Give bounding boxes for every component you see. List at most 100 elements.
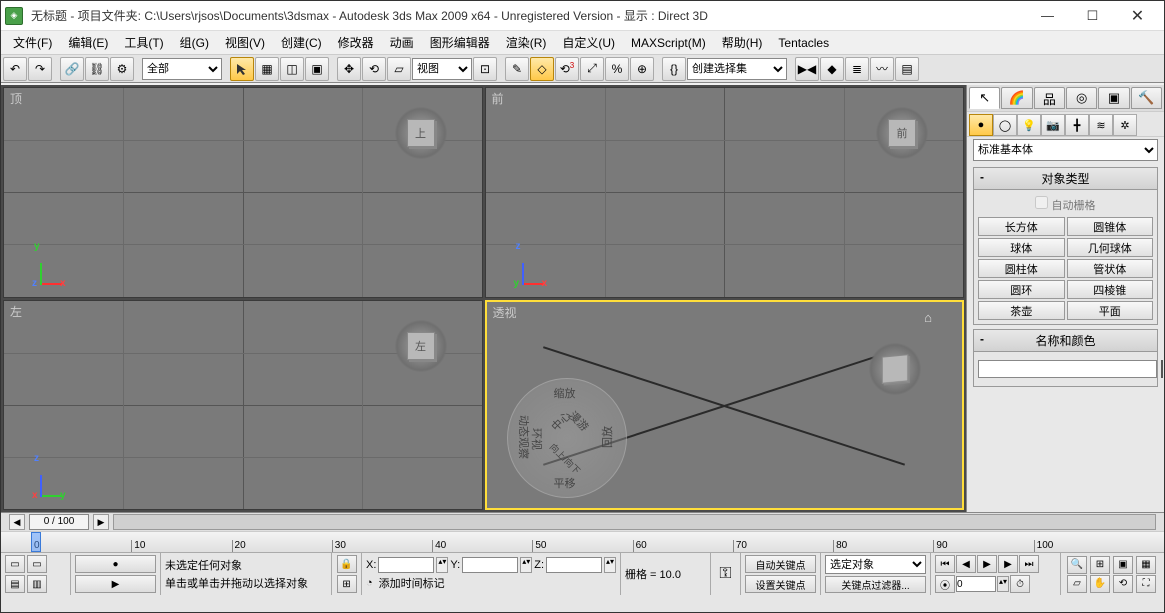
selection-filter-dropdown[interactable]: 全部 (142, 58, 222, 80)
trackbar-toggle-icon[interactable]: ▭ (5, 555, 25, 573)
macro-play-icon[interactable]: ▶ (75, 575, 156, 593)
goto-start-button[interactable]: ⏮ (935, 555, 955, 573)
autogrid-checkbox[interactable] (1035, 196, 1048, 209)
btn-cylinder[interactable]: 圆柱体 (978, 259, 1065, 278)
menu-create[interactable]: 创建(C) (273, 31, 330, 54)
cat-spacewarps[interactable]: ≋ (1089, 114, 1113, 136)
nav-orbit-button[interactable]: ⟲ (1113, 575, 1133, 593)
viewport-front[interactable]: 前 前 x z y (485, 87, 965, 298)
autokey-button[interactable]: 自动关键点 (745, 555, 816, 573)
bind-button[interactable]: ⚙ (110, 57, 134, 81)
btn-tube[interactable]: 管状体 (1067, 259, 1154, 278)
viewcube-left[interactable]: 左 (390, 315, 452, 377)
ref-coord-dropdown[interactable]: 视图 (412, 58, 472, 80)
add-time-tag[interactable]: 添加时间标记 (379, 575, 445, 591)
menu-rendering[interactable]: 渲染(R) (498, 31, 555, 54)
tab-create[interactable]: ↖ (969, 87, 1000, 109)
time-prev-button[interactable]: ◀ (9, 514, 25, 530)
menu-file[interactable]: 文件(F) (5, 31, 60, 54)
coord-z-input[interactable] (546, 557, 602, 573)
rotate-button[interactable]: ⟲ (362, 57, 386, 81)
key-selection-dropdown[interactable]: 选定对象 (825, 555, 926, 574)
macro-rec-icon[interactable]: ● (75, 555, 156, 573)
time-track[interactable] (113, 514, 1156, 530)
time-config-button[interactable]: ⏱ (1010, 575, 1030, 593)
btn-sphere[interactable]: 球体 (978, 238, 1065, 257)
window-crossing-button[interactable]: ▣ (305, 57, 329, 81)
menu-tools[interactable]: 工具(T) (116, 31, 171, 54)
menu-group[interactable]: 组(G) (172, 31, 217, 54)
nav-zoom-button[interactable]: 🔍 (1067, 556, 1087, 574)
script-mini-icon[interactable]: ▥ (27, 575, 47, 593)
tab-utilities[interactable]: 🔨 (1131, 87, 1162, 109)
layers-button[interactable]: ≣ (845, 57, 869, 81)
nav-pan-button[interactable]: ✋ (1090, 575, 1110, 593)
prev-frame-button[interactable]: ◀ (956, 555, 976, 573)
schematic-button[interactable]: ▤ (895, 57, 919, 81)
btn-box[interactable]: 长方体 (978, 217, 1065, 236)
scale-button[interactable]: ▱ (387, 57, 411, 81)
angle-snap-button[interactable]: ⟲3 (555, 57, 579, 81)
object-name-input[interactable] (978, 360, 1157, 378)
nav-maximize-button[interactable]: ⛶ (1136, 575, 1156, 593)
time-tag-icon[interactable]: ◔ (366, 577, 373, 589)
select-name-button[interactable]: ▦ (255, 57, 279, 81)
viewport-top[interactable]: 顶 上 x y z (3, 87, 483, 298)
viewport-perspective[interactable]: 透视 ⌂ 缩放 中心 环视 平移 动态观察 漫游 向上/向下 回放 (485, 300, 965, 511)
lock-selection-icon[interactable]: 🔒 (337, 555, 357, 573)
viewport-left[interactable]: 左 左 y z x (3, 300, 483, 511)
script-listener-icon[interactable]: ▤ (5, 575, 25, 593)
btn-torus[interactable]: 圆环 (978, 280, 1065, 299)
coord-y-input[interactable] (462, 557, 518, 573)
time-ruler[interactable]: 0 10 20 30 40 50 60 70 80 90 100 (1, 531, 1164, 553)
cat-lights[interactable]: 💡 (1017, 114, 1041, 136)
btn-plane[interactable]: 平面 (1067, 301, 1154, 320)
btn-cone[interactable]: 圆锥体 (1067, 217, 1154, 236)
cat-helpers[interactable]: ╋ (1065, 114, 1089, 136)
menu-edit[interactable]: 编辑(E) (60, 31, 116, 54)
rollout-name-color-header[interactable]: 名称和颜色 (973, 329, 1158, 352)
time-next-button[interactable]: ▶ (93, 514, 109, 530)
menu-animation[interactable]: 动画 (382, 31, 422, 54)
btn-pyramid[interactable]: 四棱锥 (1067, 280, 1154, 299)
cat-systems[interactable]: ✲ (1113, 114, 1137, 136)
time-playhead[interactable] (31, 532, 41, 552)
key-mode-button[interactable]: ⦿ (935, 575, 955, 593)
spinner-snap-button[interactable]: % (605, 57, 629, 81)
menu-modifiers[interactable]: 修改器 (330, 31, 382, 54)
current-frame-input[interactable] (956, 576, 996, 592)
named-sets-dropdown[interactable]: 创建选择集 (687, 58, 787, 80)
pivot-button[interactable]: ⊡ (473, 57, 497, 81)
btn-geosphere[interactable]: 几何球体 (1067, 238, 1154, 257)
snap-toggle-button[interactable]: ◇ (530, 57, 554, 81)
undo-button[interactable]: ↶ (3, 57, 27, 81)
key-filters-button[interactable]: 关键点过滤器... (825, 576, 926, 593)
cat-shapes[interactable]: ◯ (993, 114, 1017, 136)
tab-motion[interactable]: ◎ (1066, 87, 1097, 109)
curve-editor-button[interactable]: 〰 (870, 57, 894, 81)
steering-wheel[interactable]: 缩放 中心 环视 平移 动态观察 漫游 向上/向下 回放 (507, 378, 627, 498)
menu-tentacles[interactable]: Tentacles (770, 33, 837, 53)
menu-grapheditors[interactable]: 图形编辑器 (422, 31, 498, 54)
setkey-button[interactable]: 设置关键点 (745, 575, 816, 593)
time-slider[interactable]: 0 / 100 (29, 514, 89, 530)
trackbar-keys-icon[interactable]: ▭ (27, 555, 47, 573)
named-sets-edit-button[interactable]: {} (662, 57, 686, 81)
nav-zoom-extents-all-button[interactable]: ▦ (1136, 556, 1156, 574)
close-button[interactable]: ✕ (1115, 2, 1160, 30)
link-button[interactable]: 🔗 (60, 57, 84, 81)
menu-view[interactable]: 视图(V) (217, 31, 273, 54)
rollout-object-type-header[interactable]: 对象类型 (973, 167, 1158, 190)
cat-cameras[interactable]: 📷 (1041, 114, 1065, 136)
mirror-button[interactable]: ▶◀ (795, 57, 819, 81)
viewcube-front[interactable]: 前 (871, 102, 933, 164)
key-icon[interactable]: ⚿ (719, 565, 731, 583)
abs-rel-icon[interactable]: ⊞ (337, 575, 357, 593)
nav-fov-button[interactable]: ▱ (1067, 575, 1087, 593)
goto-end-button[interactable]: ⏭ (1019, 555, 1039, 573)
maximize-button[interactable]: ☐ (1070, 2, 1115, 30)
object-color-swatch[interactable] (1161, 360, 1163, 378)
select-region-button[interactable]: ◫ (280, 57, 304, 81)
viewcube-persp[interactable] (864, 338, 926, 400)
move-button[interactable]: ✥ (337, 57, 361, 81)
